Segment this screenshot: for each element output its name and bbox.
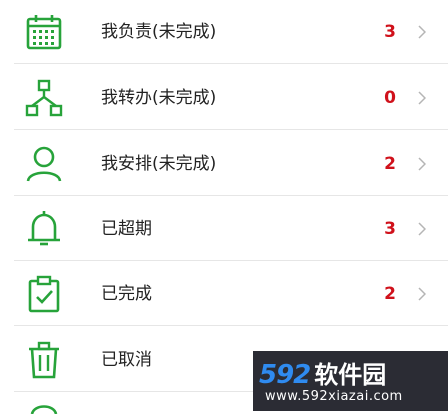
- chevron-right-icon: [418, 222, 426, 236]
- count-badge: 2: [384, 284, 396, 304]
- watermark-logo: 592 软件园 www.592xiazai.com: [253, 351, 448, 411]
- list-item-label: 我安排(未完成): [101, 154, 217, 174]
- count-badge: 3: [384, 22, 396, 42]
- watermark-brand-name: 软件园: [314, 361, 387, 389]
- list-item-arranged[interactable]: 我安排(未完成) 2: [0, 132, 448, 196]
- clipboard-check-icon: [28, 275, 60, 313]
- bell-icon: [28, 211, 60, 246]
- list-item-label: 我负责(未完成): [101, 22, 217, 42]
- list-item-label: 已超期: [101, 219, 152, 239]
- calendar-icon: [26, 15, 62, 50]
- trash-icon: [29, 341, 59, 379]
- partial-item-icon: [30, 405, 58, 414]
- count-badge: 3: [384, 219, 396, 239]
- chevron-right-icon: [418, 91, 426, 105]
- watermark-brand-number: 592: [259, 360, 311, 390]
- list-item-completed[interactable]: 已完成 2: [0, 262, 448, 326]
- divider: [14, 63, 448, 64]
- org-chart-icon: [25, 79, 63, 117]
- watermark-url: www.592xiazai.com: [265, 389, 403, 404]
- list-item-label: 已完成: [101, 284, 152, 304]
- divider: [14, 195, 448, 196]
- chevron-right-icon: [418, 157, 426, 171]
- list-item-responsible[interactable]: 我负责(未完成) 3: [0, 0, 448, 64]
- watermark-brand: 592 软件园: [259, 355, 386, 390]
- user-icon: [26, 146, 62, 182]
- list-item-label: 我转办(未完成): [101, 88, 217, 108]
- list-item-label: 已取消: [101, 350, 152, 370]
- chevron-right-icon: [418, 287, 426, 301]
- divider: [14, 260, 448, 261]
- list-item-overdue[interactable]: 已超期 3: [0, 197, 448, 261]
- chevron-right-icon: [418, 25, 426, 39]
- list-item-transferred[interactable]: 我转办(未完成) 0: [0, 66, 448, 130]
- divider: [14, 325, 448, 326]
- count-badge: 2: [384, 154, 396, 174]
- divider: [14, 129, 448, 130]
- count-badge: 0: [384, 88, 396, 108]
